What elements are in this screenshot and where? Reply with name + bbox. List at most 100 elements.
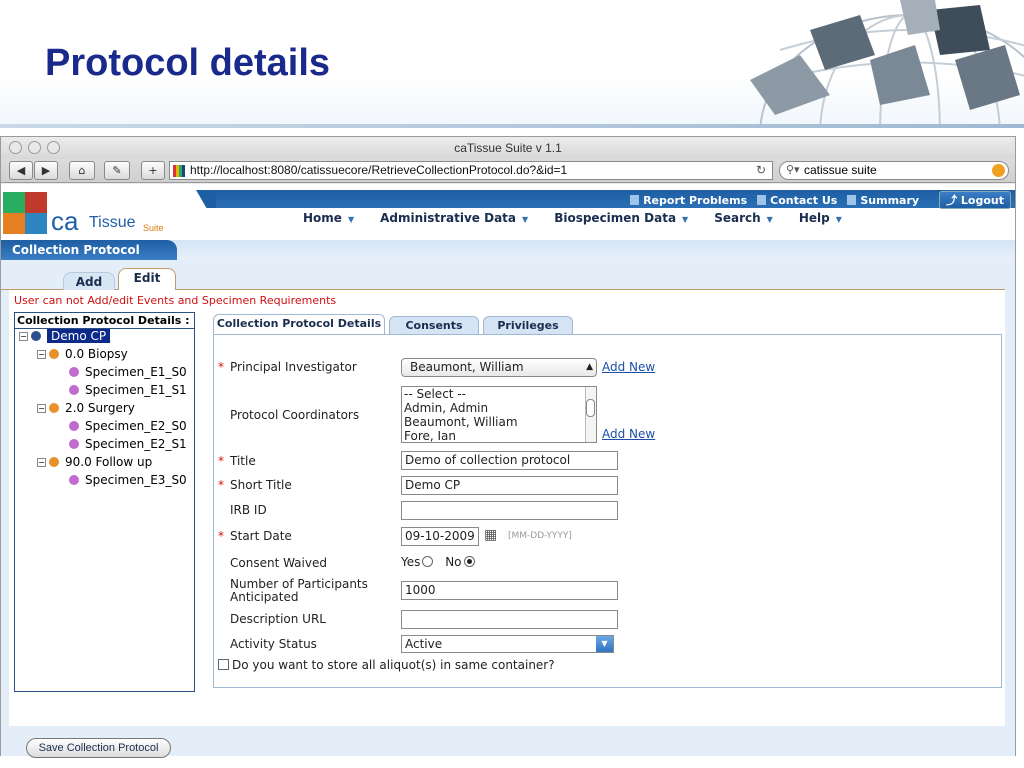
tree-event[interactable]: − 0.0 Biopsy xyxy=(37,347,128,361)
irb-id-label: IRB ID xyxy=(230,503,267,517)
page-content: ca Tissue Suite Report Problems Contact … xyxy=(1,184,1015,758)
short-title-label: * Short Title xyxy=(218,478,292,492)
nav-home[interactable]: Home ▼ xyxy=(303,211,354,225)
favicon-icon xyxy=(173,165,185,177)
tab-add[interactable]: Add xyxy=(63,272,115,291)
consent-waived-options: Yes No xyxy=(401,555,475,569)
back-button[interactable]: ◀ xyxy=(9,161,33,180)
chevron-down-icon: ▼ xyxy=(766,215,773,224)
list-item[interactable]: -- Select -- xyxy=(404,387,596,401)
back-arrow-icon: ◀ xyxy=(16,164,26,177)
address-bar[interactable]: http://localhost:8080/catissuecore/Retri… xyxy=(169,161,773,180)
home-button[interactable]: ⌂ xyxy=(69,161,95,180)
forward-button[interactable]: ▶ xyxy=(34,161,58,180)
consent-waived-label: Consent Waived xyxy=(230,556,327,570)
tree-heading: Collection Protocol Details : xyxy=(15,313,194,329)
tree-specimen[interactable]: Specimen_E3_S0 xyxy=(69,473,187,487)
add-new-pi-link[interactable]: Add New xyxy=(602,360,655,374)
window-titlebar: caTissue Suite v 1.1 xyxy=(1,137,1015,159)
protocol-form: * Principal Investigator Beaumont, Willia… xyxy=(213,334,1002,688)
logout-button[interactable]: ⤴ Logout xyxy=(939,191,1011,209)
tab-collection-protocol-details[interactable]: Collection Protocol Details xyxy=(213,314,385,335)
start-date-input[interactable]: 09-10-2009 xyxy=(401,527,479,546)
mail-icon xyxy=(757,194,767,205)
description-url-label: Description URL xyxy=(230,612,326,626)
nav-search[interactable]: Search ▼ xyxy=(714,211,773,225)
section-band: Collection Protocol xyxy=(1,240,1015,260)
logo-tissue: Tissue xyxy=(89,214,136,231)
consent-yes-radio[interactable] xyxy=(422,556,434,567)
title-input[interactable]: Demo of collection protocol xyxy=(401,451,618,470)
list-item[interactable]: Admin, Admin xyxy=(404,401,596,415)
reload-icon[interactable]: ↻ xyxy=(756,162,766,179)
tab-consents[interactable]: Consents xyxy=(389,316,479,334)
tree-specimen[interactable]: Specimen_E1_S0 xyxy=(69,365,187,379)
chevron-down-icon[interactable]: ▼ xyxy=(596,636,613,652)
irb-id-input[interactable] xyxy=(401,501,618,520)
collapse-icon[interactable]: − xyxy=(37,403,46,413)
warning-message: User can not Add/edit Events and Specime… xyxy=(14,294,337,307)
calendar-icon[interactable]: ▦ xyxy=(484,527,497,543)
tree-specimen[interactable]: Specimen_E2_S0 xyxy=(69,419,187,433)
description-url-input[interactable] xyxy=(401,610,618,629)
activity-status-label: Activity Status xyxy=(230,637,317,651)
nav-biospecimen-data[interactable]: Biospecimen Data ▼ xyxy=(554,211,688,225)
listbox-scrollbar[interactable] xyxy=(585,387,596,442)
list-item[interactable]: Fore, Ian xyxy=(404,429,596,443)
contact-us-link[interactable]: Contact Us xyxy=(757,194,837,207)
nav-help[interactable]: Help ▼ xyxy=(799,211,842,225)
collapse-icon[interactable]: − xyxy=(37,349,46,359)
list-item[interactable]: Beaumont, William xyxy=(404,415,596,429)
consent-no-radio[interactable] xyxy=(463,556,475,567)
participants-label: Number of Participants Anticipated xyxy=(230,577,368,604)
tree-event[interactable]: − 2.0 Surgery xyxy=(37,401,135,415)
tree-event-label: 0.0 Biopsy xyxy=(65,347,128,361)
tree-specimen[interactable]: Specimen_E1_S1 xyxy=(69,383,187,397)
summary-icon xyxy=(847,194,857,205)
scroll-thumb[interactable] xyxy=(586,399,595,417)
forward-arrow-icon: ▶ xyxy=(41,164,51,177)
start-date-label: * Start Date xyxy=(218,529,292,543)
nav-administrative-data[interactable]: Administrative Data ▼ xyxy=(380,211,528,225)
aliquot-checkbox[interactable] xyxy=(218,659,229,670)
search-clear-icon[interactable] xyxy=(992,164,1005,177)
pi-select[interactable]: Beaumont, William ▲ xyxy=(401,358,597,377)
consent-no-label: No xyxy=(445,555,462,569)
report-problems-link[interactable]: Report Problems xyxy=(630,194,747,207)
specimen-icon xyxy=(69,439,79,449)
search-value: catissue suite xyxy=(804,163,877,177)
browser-window: caTissue Suite v 1.1 ◀ ▶ ⌂ ✎ + http://lo… xyxy=(0,136,1016,758)
plus-icon: + xyxy=(148,164,158,177)
main-nav: Home ▼ Administrative Data ▼ Biospecimen D… xyxy=(303,211,842,225)
protocol-icon xyxy=(31,331,41,341)
section-title: Collection Protocol xyxy=(1,240,177,260)
participants-input[interactable]: 1000 xyxy=(401,581,618,600)
save-collection-protocol-button[interactable]: Save Collection Protocol xyxy=(26,738,171,758)
add-bookmark-button[interactable]: + xyxy=(141,161,165,180)
short-title-input[interactable]: Demo CP xyxy=(401,476,618,495)
search-input[interactable]: ⚲▾ catissue suite xyxy=(779,161,1009,180)
date-format-hint: [MM-DD-YYYY] xyxy=(508,531,572,541)
coordinators-label: Protocol Coordinators xyxy=(230,408,360,422)
window-title: caTissue Suite v 1.1 xyxy=(454,141,562,155)
logo-ca: ca xyxy=(51,206,79,236)
coordinators-listbox[interactable]: -- Select -- Admin, Admin Beaumont, Will… xyxy=(401,386,597,443)
add-new-coordinator-link[interactable]: Add New xyxy=(602,427,655,441)
tab-privileges[interactable]: Privileges xyxy=(483,316,573,334)
event-icon xyxy=(49,457,59,467)
slide-header: Protocol details xyxy=(0,0,1024,128)
catissue-logo: ca Tissue Suite xyxy=(3,192,173,236)
edit-page-button[interactable]: ✎ xyxy=(104,161,130,180)
slide-divider xyxy=(0,124,1024,128)
summary-link[interactable]: Summary xyxy=(847,194,919,207)
collapse-icon[interactable]: − xyxy=(37,457,46,467)
chevron-down-icon: ▼ xyxy=(347,215,355,224)
search-icon: ⚲▾ xyxy=(786,164,800,176)
tree-root[interactable]: − Demo CP xyxy=(19,329,111,343)
tab-edit[interactable]: Edit xyxy=(118,268,176,291)
tree-specimen[interactable]: Specimen_E2_S1 xyxy=(69,437,187,451)
collapse-icon[interactable]: − xyxy=(19,331,28,341)
activity-status-select[interactable]: Active ▼ xyxy=(401,635,614,653)
tree-event[interactable]: − 90.0 Follow up xyxy=(37,455,152,469)
specimen-icon xyxy=(69,367,79,377)
